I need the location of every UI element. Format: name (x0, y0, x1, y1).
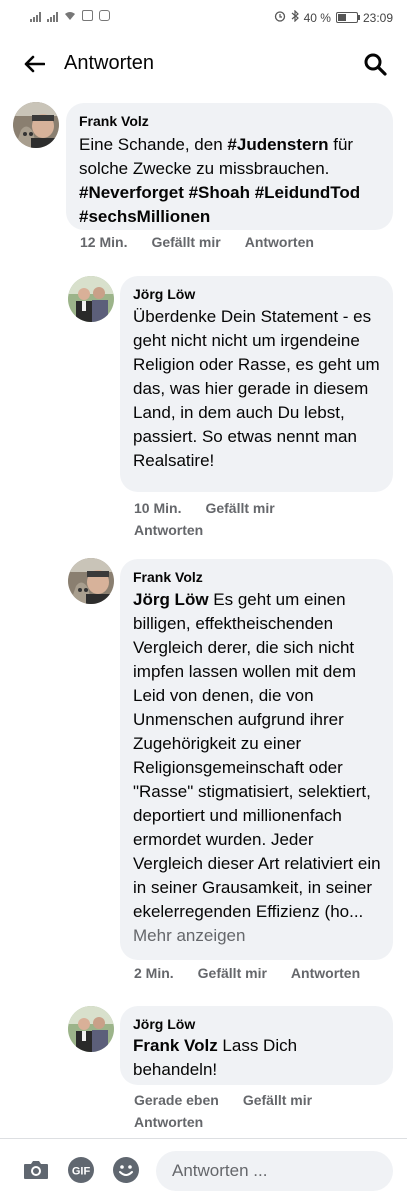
reply-composer: GIF Antworten ... (0, 1138, 407, 1201)
nfc-icon (82, 10, 93, 24)
comment-author[interactable]: Frank Volz (79, 113, 149, 129)
battery-percent: 40 % (303, 10, 331, 25)
comment-actions: 2 Min. Gefällt mir Antworten (134, 965, 384, 981)
comment-text: Überdenke Dein Statement - es geht nicht… (133, 307, 380, 470)
wifi-icon (64, 10, 76, 24)
comment-actions: 10 Min. Gefällt mir Antworten (134, 497, 384, 541)
like-button[interactable]: Gefällt mir (151, 234, 220, 250)
battery-icon (335, 12, 360, 23)
comment-text: Eine Schande, den #Judenstern für solche… (79, 133, 379, 229)
reply-button[interactable]: Antworten (134, 522, 203, 538)
timestamp: 10 Min. (134, 500, 182, 516)
back-button[interactable] (18, 48, 50, 80)
mention-link[interactable]: Frank Volz (133, 1036, 218, 1055)
avatar-joerg-loew[interactable] (68, 1006, 114, 1052)
alarm-icon (274, 10, 286, 25)
reply-button[interactable]: Antworten (291, 965, 360, 981)
app-header: Antworten (0, 38, 407, 90)
timestamp: Gerade eben (134, 1092, 219, 1108)
reply-input[interactable]: Antworten ... (156, 1151, 393, 1191)
gif-button[interactable]: GIF (67, 1156, 95, 1184)
text-part: Eine Schande, den (79, 135, 228, 154)
mention-link[interactable]: Jörg Löw (133, 590, 209, 609)
gif-icon: GIF (68, 1157, 94, 1183)
status-right-icons: 40 % 23:09 (274, 9, 393, 25)
avatar-joerg-loew[interactable] (68, 276, 114, 322)
text-part: Es geht um einen billigen, effektheische… (133, 590, 381, 921)
comment-author[interactable]: Frank Volz (133, 569, 203, 585)
clock: 23:09 (362, 10, 393, 25)
comment-text: Jörg Löw Es geht um einen billigen, effe… (133, 588, 383, 948)
like-button[interactable]: Gefällt mir (243, 1092, 312, 1108)
reply-button[interactable]: Antworten (134, 1114, 203, 1130)
page-title: Antworten (64, 52, 155, 74)
avatar-frank-volz[interactable] (68, 558, 114, 604)
reply-button[interactable]: Antworten (245, 234, 314, 250)
instagram-icon (99, 10, 110, 24)
emoji-icon (113, 1157, 139, 1183)
avatar-frank-volz[interactable] (13, 102, 59, 148)
comment-author[interactable]: Jörg Löw (133, 286, 195, 302)
timestamp: 2 Min. (134, 965, 174, 981)
search-button[interactable] (359, 48, 391, 80)
emoji-button[interactable] (112, 1156, 140, 1184)
like-button[interactable]: Gefällt mir (198, 965, 267, 981)
timestamp: 12 Min. (80, 234, 128, 250)
comment-author[interactable]: Jörg Löw (133, 1016, 195, 1032)
like-button[interactable]: Gefällt mir (205, 500, 274, 516)
gif-label: GIF (72, 1166, 91, 1178)
see-more-link[interactable]: Mehr anzeigen (133, 926, 245, 945)
status-bar: 40 % 23:09 (0, 0, 407, 36)
comment-text: Frank Volz Lass Dich behandeln! (133, 1034, 383, 1082)
signal-icon (30, 12, 41, 22)
search-icon (364, 53, 387, 76)
signal2-icon (47, 12, 58, 22)
hashtag-links[interactable]: #Neverforget #Shoah #LeidundTod #sechsMi… (79, 183, 360, 226)
back-arrow-icon (24, 55, 45, 73)
hashtag-link[interactable]: #Judenstern (227, 135, 328, 154)
status-left-icons (30, 10, 110, 24)
camera-button[interactable] (22, 1156, 50, 1184)
comment-actions: Gerade eben Gefällt mir Antworten (134, 1089, 384, 1133)
camera-icon (24, 1161, 48, 1179)
comment-actions: 12 Min. Gefällt mir Antworten (80, 234, 338, 250)
bluetooth-icon (291, 9, 299, 25)
